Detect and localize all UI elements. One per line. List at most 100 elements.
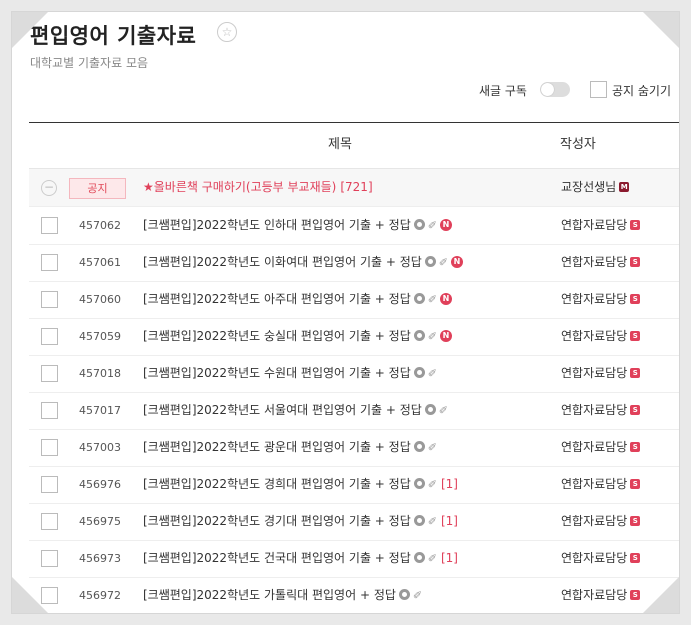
writer-name[interactable]: 연합자료담당 (561, 588, 627, 602)
notice-badge: 공지 (69, 178, 126, 199)
subject-link[interactable]: [크쌤편입]2022학년도 수원대 편입영어 기출 + 정답 (143, 366, 411, 380)
subscribe-toggle[interactable] (540, 82, 570, 97)
row-checkbox[interactable] (41, 402, 58, 419)
subject-cell[interactable]: [크쌤편입]2022학년도 수원대 편입영어 기출 + 정답 ✐ (143, 355, 437, 392)
row-checkbox[interactable] (41, 365, 58, 382)
writer-name[interactable]: 연합자료담당 (561, 477, 627, 491)
subject-cell[interactable]: [크쌤편입]2022학년도 인하대 편입영어 기출 + 정답 ✐ N (143, 207, 452, 244)
row-checkbox[interactable] (41, 550, 58, 567)
minus-circle-icon[interactable]: − (41, 180, 57, 196)
image-icon (398, 589, 410, 600)
row-checkbox[interactable] (41, 328, 58, 345)
staff-badge-icon: S (630, 515, 641, 526)
column-header-title: 제목 (328, 137, 352, 152)
subject-link[interactable]: [크쌤편입]2022학년도 가톨릭대 편입영어 + 정답 (143, 588, 396, 602)
writer-name[interactable]: 연합자료담당 (561, 255, 627, 269)
staff-badge-icon: S (630, 219, 641, 230)
subject-link[interactable]: [크쌤편입]2022학년도 경희대 편입영어 기출 + 정답 (143, 477, 411, 491)
writer-name[interactable]: 교장선생님 (561, 180, 616, 194)
image-icon (413, 478, 425, 489)
image-icon (413, 330, 425, 341)
subject-link[interactable]: [크쌤편입]2022학년도 경기대 편입영어 기출 + 정답 (143, 514, 411, 528)
subject-link[interactable]: [크쌤편입]2022학년도 아주대 편입영어 기출 + 정답 (143, 292, 411, 306)
row-checkbox[interactable] (41, 254, 58, 271)
comment-count[interactable]: [1] (441, 514, 458, 528)
comment-count[interactable]: [1] (441, 477, 458, 491)
writer-name[interactable]: 연합자료담당 (561, 329, 627, 343)
subject-link[interactable]: [크쌤편입]2022학년도 숭실대 편입영어 기출 + 정답 (143, 329, 411, 343)
writer-name[interactable]: 연합자료담당 (561, 440, 627, 454)
row-checkbox[interactable] (41, 291, 58, 308)
table-row[interactable]: 456973 [크쌤편입]2022학년도 건국대 편입영어 기출 + 정답 ✐ [1]… (29, 540, 679, 578)
writer-cell[interactable]: 연합자료담당 S (561, 281, 641, 318)
paperclip-icon: ✐ (427, 219, 437, 232)
hide-notice-label: 공지 숨기기 (612, 84, 672, 98)
subject-cell[interactable]: [크쌤편입]2022학년도 이화여대 편입영어 기출 + 정답 ✐ N (143, 244, 464, 281)
writer-cell[interactable]: 연합자료담당 S (561, 429, 641, 466)
subject-cell[interactable]: [크쌤편입]2022학년도 숭실대 편입영어 기출 + 정답 ✐ N (143, 318, 452, 355)
notice-row[interactable]: − 공지 ★올바른책 구매하기(고등부 부교재들) [721] 교장선생님 M (29, 169, 679, 207)
image-icon (413, 552, 425, 563)
subject-link[interactable]: [크쌤편입]2022학년도 서울여대 편입영어 기출 + 정답 (143, 403, 422, 417)
subject-link[interactable]: [크쌤편입]2022학년도 이화여대 편입영어 기출 + 정답 (143, 255, 422, 269)
row-checkbox[interactable] (41, 513, 58, 530)
row-checkbox[interactable] (41, 439, 58, 456)
table-row[interactable]: 457003 [크쌤편입]2022학년도 광운대 편입영어 기출 + 정답 ✐ 연합자… (29, 429, 679, 467)
writer-name[interactable]: 연합자료담당 (561, 218, 627, 232)
row-checkbox[interactable] (41, 476, 58, 493)
comment-count[interactable]: [1] (441, 551, 458, 565)
subject-cell[interactable]: [크쌤편입]2022학년도 경기대 편입영어 기출 + 정답 ✐ [1] (143, 503, 458, 540)
subject-link[interactable]: [크쌤편입]2022학년도 광운대 편입영어 기출 + 정답 (143, 440, 411, 454)
manager-badge-icon: M (619, 181, 630, 192)
subject-cell[interactable]: [크쌤편입]2022학년도 광운대 편입영어 기출 + 정답 ✐ (143, 429, 437, 466)
paperclip-icon: ✐ (427, 515, 437, 528)
writer-cell[interactable]: 연합자료담당 S (561, 355, 641, 392)
image-icon (413, 219, 425, 230)
table-row[interactable]: 457060 [크쌤편입]2022학년도 아주대 편입영어 기출 + 정답 ✐ N 연합… (29, 281, 679, 319)
writer-cell[interactable]: 연합자료담당 S (561, 503, 641, 540)
paperclip-icon: ✐ (427, 330, 437, 343)
table-row[interactable]: 457061 [크쌤편입]2022학년도 이화여대 편입영어 기출 + 정답 ✐ N 연… (29, 244, 679, 282)
writer-cell[interactable]: 연합자료담당 S (561, 244, 641, 281)
subject-cell[interactable]: [크쌤편입]2022학년도 가톨릭대 편입영어 + 정답 ✐ (143, 577, 422, 613)
writer-cell[interactable]: 연합자료담당 S (561, 392, 641, 429)
table-row[interactable]: 457062 [크쌤편입]2022학년도 인하대 편입영어 기출 + 정답 ✐ N 연합… (29, 207, 679, 245)
notice-comment-count[interactable]: [721] (340, 180, 372, 194)
subject-cell[interactable]: [크쌤편입]2022학년도 건국대 편입영어 기출 + 정답 ✐ [1] (143, 540, 458, 577)
writer-cell[interactable]: 연합자료담당 S (561, 207, 641, 244)
row-checkbox[interactable] (41, 217, 58, 234)
column-header-writer: 작성자 (560, 137, 596, 152)
writer-name[interactable]: 연합자료담당 (561, 292, 627, 306)
staff-badge-icon: S (630, 330, 641, 341)
post-number: 457017 (79, 404, 121, 417)
writer-name[interactable]: 연합자료담당 (561, 551, 627, 565)
staff-badge-icon: S (630, 293, 641, 304)
table-row[interactable]: 456972 [크쌤편입]2022학년도 가톨릭대 편입영어 + 정답 ✐ 연합자료담… (29, 577, 679, 613)
notice-subject-link[interactable]: ★올바른책 구매하기(고등부 부교재들) (143, 180, 336, 194)
image-icon (424, 256, 436, 267)
page-title: 편입영어 기출자료 (30, 24, 197, 48)
writer-name[interactable]: 연합자료담당 (561, 514, 627, 528)
paperclip-icon: ✐ (438, 404, 449, 417)
subject-cell[interactable]: [크쌤편입]2022학년도 경희대 편입영어 기출 + 정답 ✐ [1] (143, 466, 458, 503)
table-row[interactable]: 456976 [크쌤편입]2022학년도 경희대 편입영어 기출 + 정답 ✐ [1]… (29, 466, 679, 504)
writer-name[interactable]: 연합자료담당 (561, 366, 627, 380)
notice-subject-cell[interactable]: ★올바른책 구매하기(고등부 부교재들) [721] (143, 169, 373, 206)
writer-cell[interactable]: 연합자료담당 S (561, 318, 641, 355)
table-row[interactable]: 457017 [크쌤편입]2022학년도 서울여대 편입영어 기출 + 정답 ✐ 연합… (29, 392, 679, 430)
subject-cell[interactable]: [크쌤편입]2022학년도 아주대 편입영어 기출 + 정답 ✐ N (143, 281, 452, 318)
table-row[interactable]: 457018 [크쌤편입]2022학년도 수원대 편입영어 기출 + 정답 ✐ 연합자… (29, 355, 679, 393)
subject-cell[interactable]: [크쌤편입]2022학년도 서울여대 편입영어 기출 + 정답 ✐ (143, 392, 448, 429)
table-row[interactable]: 456975 [크쌤편입]2022학년도 경기대 편입영어 기출 + 정답 ✐ [1]… (29, 503, 679, 541)
writer-cell[interactable]: 연합자료담당 S (561, 577, 641, 613)
hide-notice-checkbox[interactable] (590, 81, 607, 98)
subject-link[interactable]: [크쌤편입]2022학년도 건국대 편입영어 기출 + 정답 (143, 551, 411, 565)
writer-cell[interactable]: 연합자료담당 S (561, 466, 641, 503)
notice-writer-cell[interactable]: 교장선생님 M (561, 169, 630, 206)
staff-badge-icon: S (630, 441, 641, 452)
table-row[interactable]: 457059 [크쌤편입]2022학년도 숭실대 편입영어 기출 + 정답 ✐ N 연합… (29, 318, 679, 356)
writer-name[interactable]: 연합자료담당 (561, 403, 627, 417)
subject-link[interactable]: [크쌤편입]2022학년도 인하대 편입영어 기출 + 정답 (143, 218, 411, 232)
favorite-star-icon[interactable]: ☆ (217, 22, 237, 42)
writer-cell[interactable]: 연합자료담당 S (561, 540, 641, 577)
